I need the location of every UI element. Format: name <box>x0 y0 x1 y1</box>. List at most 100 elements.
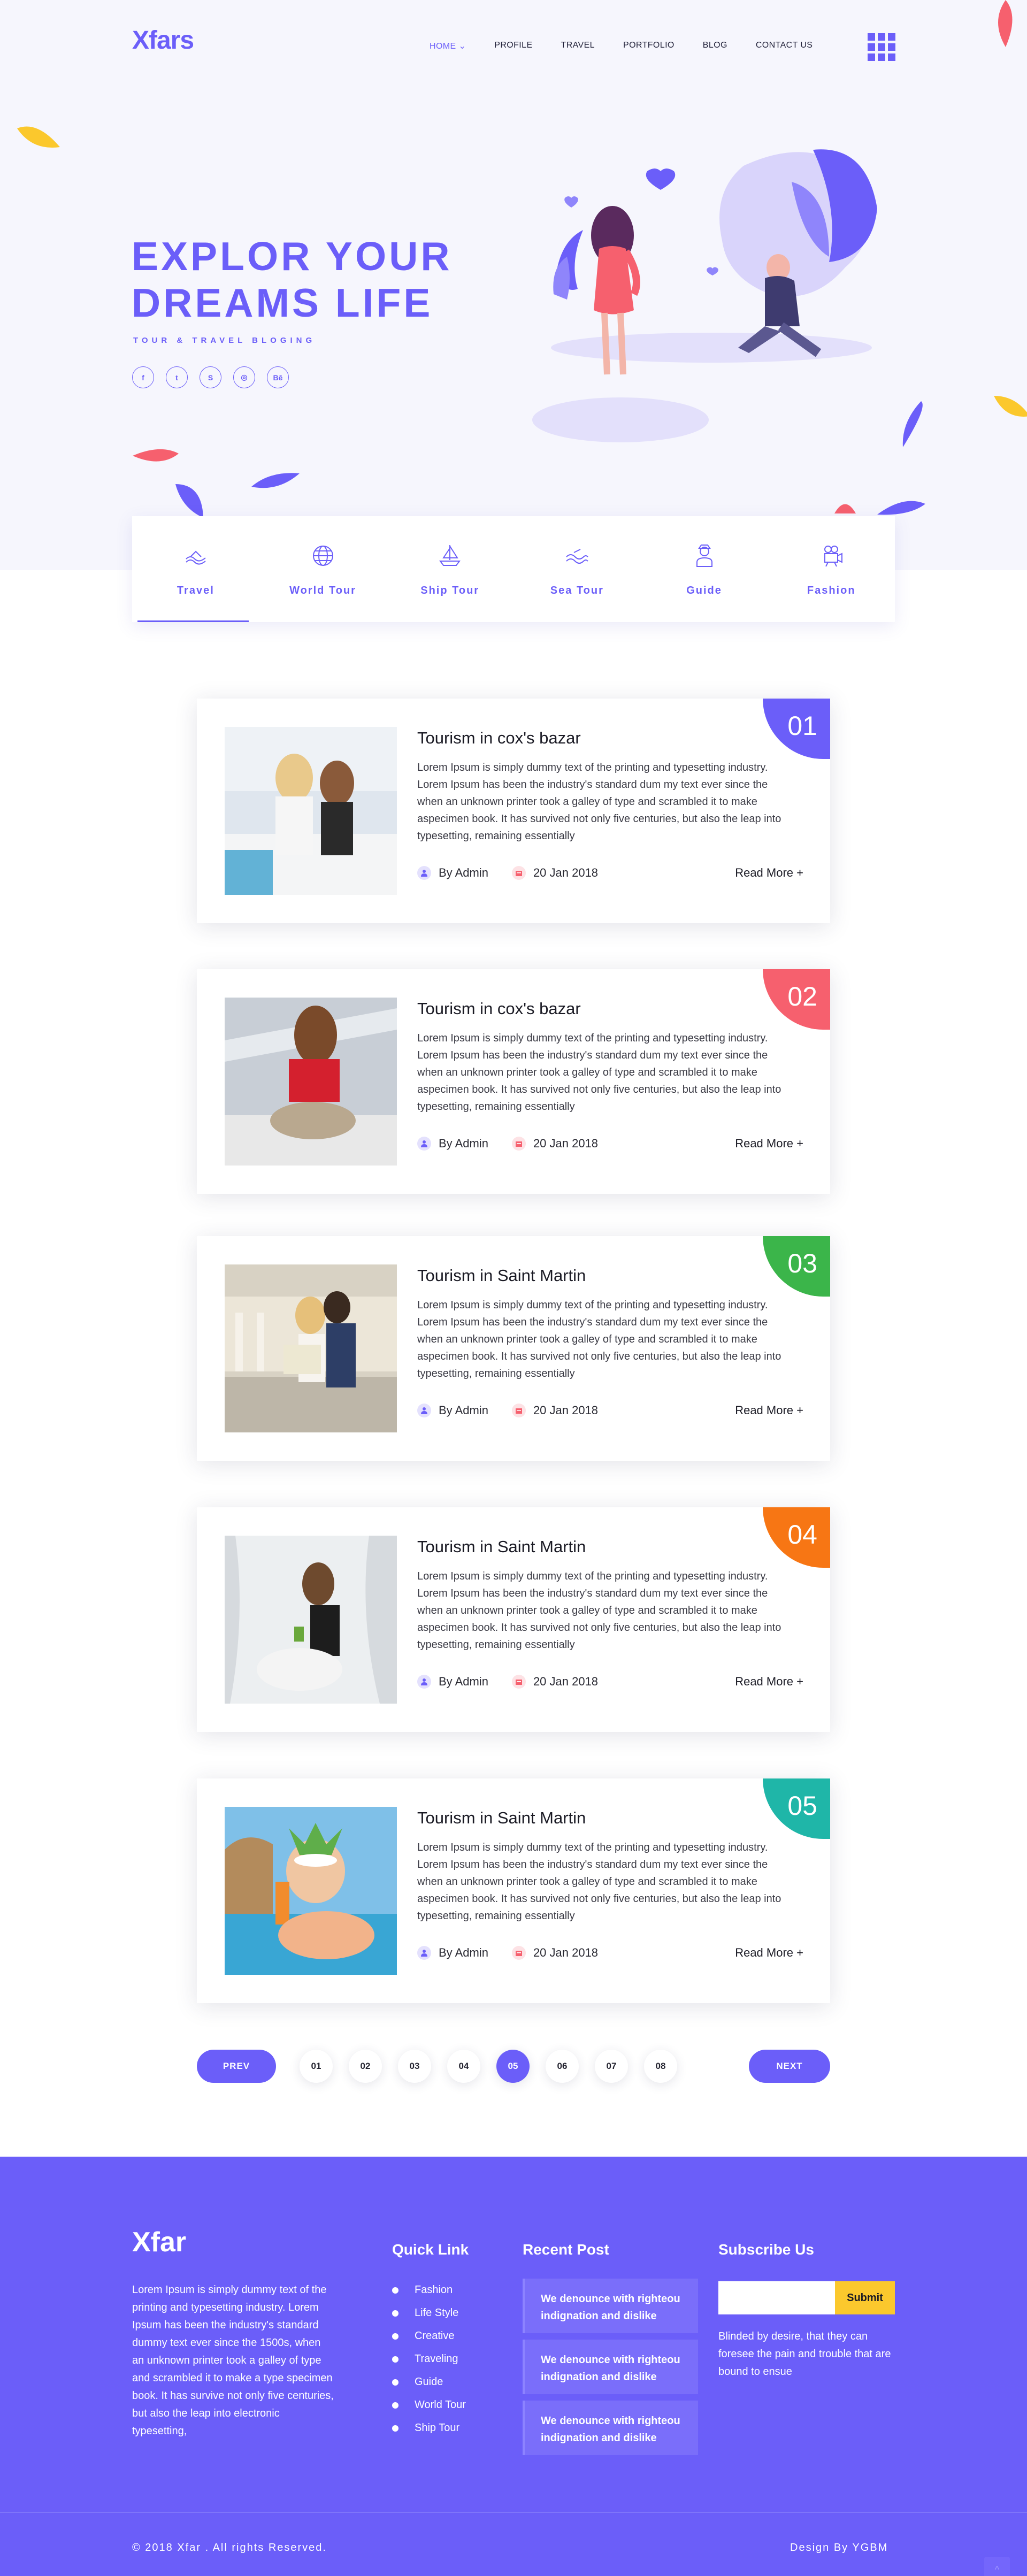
category-travel[interactable]: Travel <box>132 516 259 622</box>
prev-button[interactable]: PREV <box>197 2050 276 2083</box>
globe-icon <box>312 546 333 566</box>
user-icon <box>417 1137 431 1151</box>
post-date: 20 Jan 2018 <box>533 1137 599 1150</box>
read-more-link[interactable]: Read More + <box>735 1946 803 1960</box>
post-meta: By Admin 20 Jan 2018 <box>417 1404 598 1417</box>
calendar-icon <box>511 1404 526 1417</box>
quick-link-item[interactable]: Creative <box>392 2325 466 2348</box>
quick-link-list: Fashion Life Style Creative Traveling Gu… <box>392 2279 466 2440</box>
category-bar: Travel World Tour Ship Tour Sea Tour Gui… <box>132 516 895 622</box>
post-meta: By Admin 20 Jan 2018 <box>417 1675 598 1689</box>
design-credit: Design By YGBM <box>790 2542 888 2554</box>
category-label: Ship Tour <box>420 585 480 596</box>
calendar-icon <box>511 866 526 880</box>
post-excerpt: Lorem Ipsum is simply dummy text of the … <box>417 762 781 842</box>
post-author: By Admin <box>439 1404 488 1417</box>
travel-icon <box>186 550 206 565</box>
facebook-icon[interactable]: f <box>132 366 154 388</box>
post-image <box>225 1264 397 1432</box>
subscribe-email-input[interactable] <box>718 2281 835 2314</box>
category-fashion[interactable]: Fashion <box>768 516 895 622</box>
post-date: 20 Jan 2018 <box>533 1675 599 1688</box>
quick-link-item[interactable]: Traveling <box>392 2348 466 2371</box>
behance-icon[interactable]: Bē <box>267 366 289 388</box>
post-title[interactable]: Tourism in Saint Martin <box>417 1808 586 1828</box>
footer-logo[interactable]: Xfar <box>132 2226 186 2258</box>
page-button-current[interactable]: 05 <box>496 2050 530 2083</box>
category-sea-tour[interactable]: Sea Tour <box>514 516 641 622</box>
quick-link-item[interactable]: Life Style <box>392 2302 466 2325</box>
read-more-link[interactable]: Read More + <box>735 866 803 880</box>
blog-post-card: Tourism in cox's bazar Lorem Ipsum is si… <box>197 699 830 923</box>
twitter-icon[interactable]: t <box>166 366 188 388</box>
read-more-link[interactable]: Read More + <box>735 1404 803 1417</box>
page-button[interactable]: 06 <box>546 2050 579 2083</box>
site-footer: Xfar Lorem Ipsum is simply dummy text of… <box>0 2157 1027 2576</box>
read-more-link[interactable]: Read More + <box>735 1675 803 1689</box>
skype-icon[interactable]: S <box>200 366 221 388</box>
post-date: 20 Jan 2018 <box>533 1946 599 1959</box>
recent-post-item[interactable]: We denounce with righteou indignation an… <box>523 2401 698 2455</box>
post-number-badge: 05 <box>763 1778 830 1839</box>
hero-illustration <box>532 149 877 442</box>
nav-contact[interactable]: CONTACT US <box>756 41 813 51</box>
page-button[interactable]: 07 <box>595 2050 628 2083</box>
back-to-top-button[interactable]: ^ <box>984 2557 1010 2576</box>
quick-link-item[interactable]: Ship Tour <box>392 2417 466 2440</box>
page-button[interactable]: 01 <box>300 2050 333 2083</box>
footer-about-text: Lorem Ipsum is simply dummy text of the … <box>132 2284 334 2437</box>
post-excerpt: Lorem Ipsum is simply dummy text of the … <box>417 1032 781 1113</box>
category-ship-tour[interactable]: Ship Tour <box>386 516 514 622</box>
pagination: PREV 01 02 03 04 05 06 07 08 NEXT <box>197 2050 830 2083</box>
category-world-tour[interactable]: World Tour <box>259 516 387 622</box>
page-button[interactable]: 03 <box>398 2050 431 2083</box>
read-more-link[interactable]: Read More + <box>735 1137 803 1151</box>
page-button[interactable]: 04 <box>447 2050 480 2083</box>
subscribe-submit-button[interactable]: Submit <box>835 2281 895 2314</box>
hero-subtitle: TOUR & TRAVEL BLOGING <box>133 336 316 345</box>
post-title[interactable]: Tourism in Saint Martin <box>417 1537 586 1557</box>
quick-link-item[interactable]: Fashion <box>392 2279 466 2302</box>
nav-profile[interactable]: PROFILE <box>494 41 532 51</box>
user-icon <box>417 1675 431 1689</box>
post-image <box>225 1536 397 1704</box>
post-meta: By Admin 20 Jan 2018 <box>417 1946 598 1960</box>
subscribe-text: Blinded by desire, that they can foresee… <box>718 2330 891 2378</box>
post-author: By Admin <box>439 1675 488 1688</box>
site-logo[interactable]: Xfars <box>132 26 194 55</box>
post-date: 20 Jan 2018 <box>533 1404 599 1417</box>
category-label: World Tour <box>289 585 356 596</box>
quick-link-item[interactable]: World Tour <box>392 2394 466 2417</box>
post-title[interactable]: Tourism in cox's bazar <box>417 729 581 748</box>
user-icon <box>417 1404 431 1417</box>
page-button[interactable]: 08 <box>644 2050 677 2083</box>
quick-link-item[interactable]: Guide <box>392 2371 466 2394</box>
nav-portfolio[interactable]: PORTFOLIO <box>623 41 675 51</box>
hero-section: Xfars HOME ⌄ PROFILE TRAVEL PORTFOLIO BL… <box>0 0 1027 570</box>
user-icon <box>417 1946 431 1960</box>
post-title[interactable]: Tourism in Saint Martin <box>417 1266 586 1285</box>
recent-post-item[interactable]: We denounce with righteou indignation an… <box>523 2340 698 2394</box>
category-label: Fashion <box>807 585 856 596</box>
page-button[interactable]: 02 <box>349 2050 382 2083</box>
next-button[interactable]: NEXT <box>749 2050 830 2083</box>
guide-icon <box>696 545 712 567</box>
recent-post-item[interactable]: We denounce with righteou indignation an… <box>523 2279 698 2333</box>
nav-blog[interactable]: BLOG <box>703 41 727 51</box>
nav-home[interactable]: HOME ⌄ <box>430 41 466 51</box>
category-label: Guide <box>686 585 722 596</box>
category-guide[interactable]: Guide <box>641 516 768 622</box>
post-excerpt: Lorem Ipsum is simply dummy text of the … <box>417 1299 781 1379</box>
post-image <box>225 1807 397 1975</box>
nav-travel[interactable]: TRAVEL <box>561 41 595 51</box>
hero-title: EXPLOR YOUR DREAMS LIFE <box>132 234 453 325</box>
ship-icon <box>439 545 461 566</box>
user-icon <box>417 866 431 880</box>
post-image <box>225 998 397 1166</box>
blog-post-card: Tourism in Saint Martin Lorem Ipsum is s… <box>197 1778 830 2003</box>
category-label: Travel <box>177 585 214 596</box>
post-title[interactable]: Tourism in cox's bazar <box>417 999 581 1018</box>
menu-grid-icon[interactable] <box>868 33 895 61</box>
instagram-icon[interactable]: ◎ <box>233 366 255 388</box>
post-meta: By Admin 20 Jan 2018 <box>417 1137 598 1151</box>
